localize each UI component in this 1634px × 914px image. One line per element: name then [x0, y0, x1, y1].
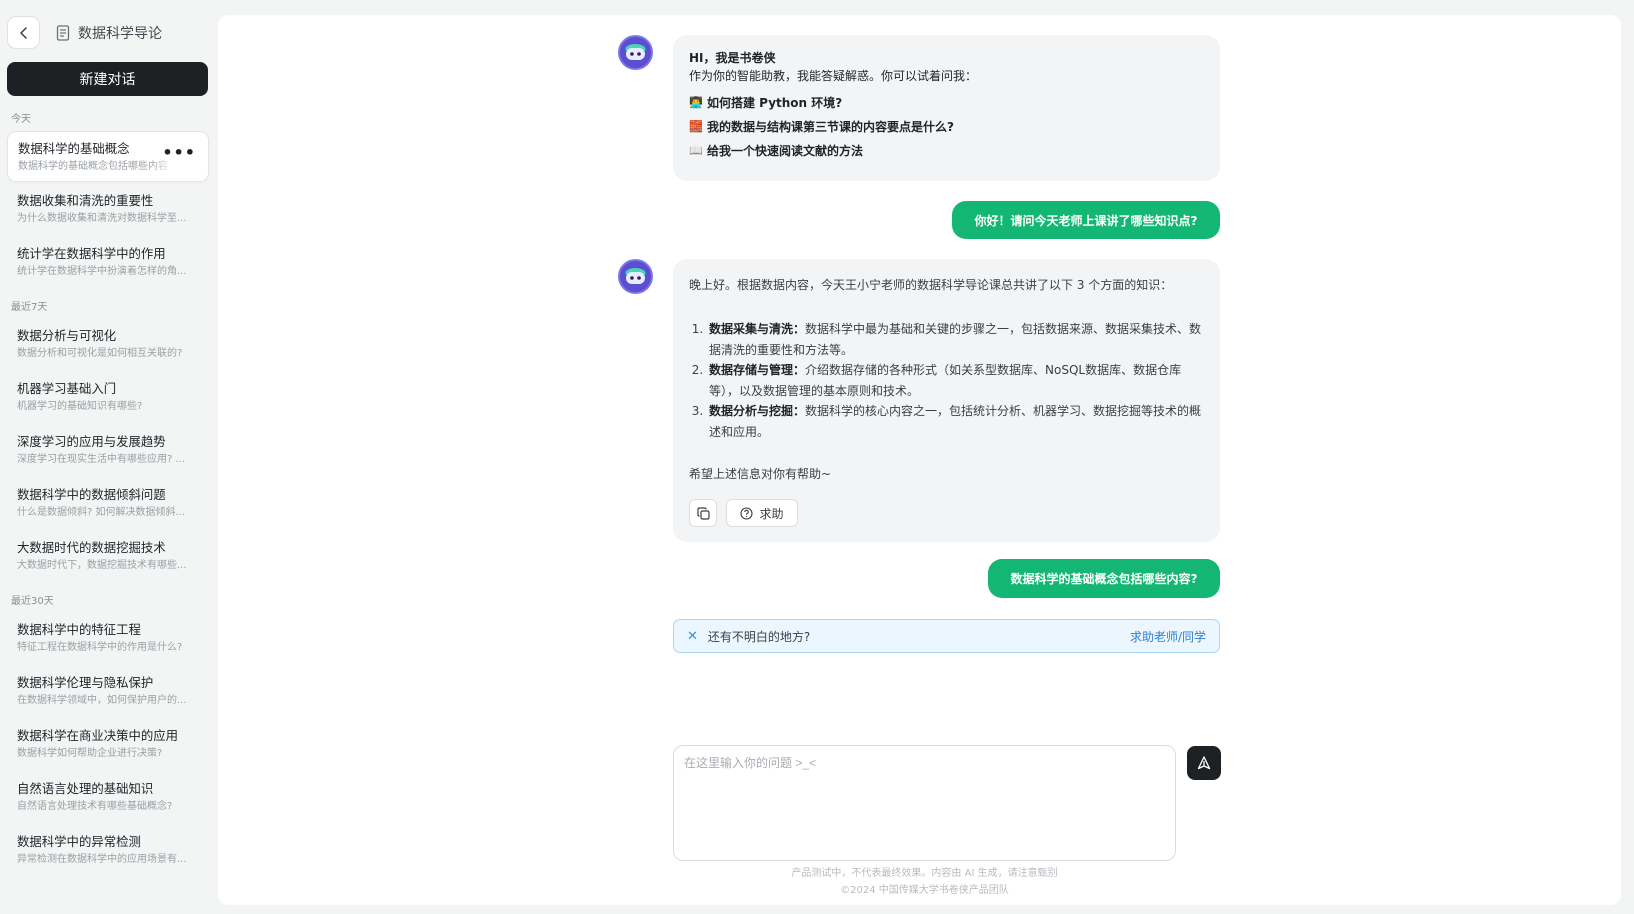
conversation-title: 数据科学中的数据倾斜问题: [17, 487, 166, 502]
send-icon: [1197, 756, 1211, 770]
group-label: 最近7天: [11, 302, 48, 313]
help-label: 求助: [759, 506, 784, 521]
conversation-group: 最近7天 数据分析与可视化 数据分析和可视化是如何相互关联的? 机器学习基础入门 机器学…: [7, 298, 210, 582]
user-message: 数据科学的基础概念包括哪些内容?: [988, 559, 1220, 598]
point-label: 数据采集与清洗：: [709, 322, 806, 336]
conversation-title: 数据科学中的异常检测: [17, 834, 141, 849]
conversation-title: 数据收集和清洗的重要性: [17, 193, 154, 208]
welcome-greeting: HI，我是书卷侠: [689, 51, 776, 65]
conversation-preview: 为什么数据收集和清洗对数据科学至...: [17, 213, 187, 224]
conversation-group: 今天 数据科学的基础概念 数据科学的基础概念包括哪些内容 ••• 数据收集和清洗的重要性…: [7, 110, 210, 288]
conversation-preview: 特征工程在数据科学中的作用是什么?: [17, 642, 183, 653]
conversation-preview: 机器学习的基础知识有哪些?: [17, 401, 143, 412]
assistant-answer: 晚上好。根据数据内容，今天王小宁老师的数据科学导论课总共讲了以下 3 个方面的知…: [673, 259, 1220, 542]
suggestion-item[interactable]: 🧱 我的数据与结构课第三节课的内容要点是什么?: [689, 115, 1204, 139]
conversation-item[interactable]: 数据科学中的异常检测异常检测在数据科学中的应用场景有...: [7, 825, 209, 876]
answer-closing: 希望上述信息对你有帮助~: [689, 467, 832, 481]
answer-point: 数据采集与清洗：数据科学中最为基础和关键的步骤之一，包括数据来源、数据采集技术、…: [707, 319, 1204, 360]
conversation-list: 今天 数据科学的基础概念 数据科学的基础概念包括哪些内容 ••• 数据收集和清洗的重要性…: [7, 110, 210, 876]
suggestion-text: 给我一个快速阅读文献的方法: [707, 144, 864, 158]
conversation-item[interactable]: 数据科学伦理与隐私保护在数据科学领域中，如何保护用户的...: [7, 666, 209, 717]
ask-teacher-link[interactable]: 求助老师/同学: [1130, 628, 1206, 645]
robot-icon: [625, 268, 646, 284]
conversation-preview: 在数据科学领域中，如何保护用户的...: [17, 695, 187, 706]
conversation-title: 深度学习的应用与发展趋势: [17, 434, 166, 449]
close-icon[interactable]: ✕: [687, 629, 698, 644]
conversation-item[interactable]: 统计学在数据科学中的作用统计学在数据科学中扮演着怎样的角...: [7, 237, 209, 288]
welcome-message: HI，我是书卷侠 作为你的智能助教，我能答疑解惑。你可以试着问我： 👨‍💻 如何搭…: [673, 35, 1220, 181]
user-message: 你好！请问今天老师上课讲了哪些知识点?: [952, 201, 1220, 239]
copy-icon: [696, 506, 710, 520]
conversation-item[interactable]: 深度学习的应用与发展趋势深度学习在现实生活中有哪些应用? ...: [7, 425, 209, 476]
conversation-group: 最近30天 数据科学中的特征工程 特征工程在数据科学中的作用是什么? 数据科学伦理与隐…: [7, 592, 210, 876]
help-notice: ✕ 还有不明白的地方? 求助老师/同学: [673, 619, 1220, 653]
back-button[interactable]: [7, 16, 40, 49]
bot-avatar: [618, 259, 653, 294]
chevron-left-icon: [19, 26, 27, 39]
answer-actions: 求助: [689, 499, 1204, 527]
conversation-item[interactable]: 机器学习基础入门机器学习的基础知识有哪些?: [7, 372, 209, 423]
conversation-item[interactable]: 数据科学中的数据倾斜问题什么是数据倾斜? 如何解决数据倾斜...: [7, 478, 209, 529]
bot-avatar: [618, 35, 653, 70]
person-icon: 👨‍💻: [689, 96, 703, 109]
conversation-title: 机器学习基础入门: [17, 381, 117, 396]
conversation-item[interactable]: 数据科学在商业决策中的应用数据科学如何帮助企业进行决策?: [7, 719, 209, 770]
point-label: 数据存储与管理：: [709, 363, 806, 377]
send-button[interactable]: [1187, 746, 1221, 780]
answer-points: 数据采集与清洗：数据科学中最为基础和关键的步骤之一，包括数据来源、数据采集技术、…: [707, 319, 1204, 442]
suggestion-list: 👨‍💻 如何搭建 Python 环境? 🧱 我的数据与结构课第三节课的内容要点是什么?…: [689, 91, 1204, 163]
welcome-intro: 作为你的智能助教，我能答疑解惑。你可以试着问我：: [689, 69, 978, 83]
footer-copyright: ©2024 中国传媒大学书卷侠产品团队: [840, 885, 1009, 896]
conversation-preview: 数据科学的基础概念包括哪些内容: [18, 161, 168, 172]
conversation-preview: 自然语言处理技术有哪些基础概念?: [17, 801, 173, 812]
sidebar-header: 数据科学导论: [7, 16, 210, 49]
conversation-title: 数据科学伦理与隐私保护: [17, 675, 154, 690]
suggestion-text: 我的数据与结构课第三节课的内容要点是什么?: [707, 120, 954, 134]
robot-icon: [625, 44, 646, 60]
more-icon[interactable]: •••: [162, 145, 196, 161]
question-input[interactable]: 在这里输入你的问题 >_<: [673, 745, 1176, 861]
copy-button[interactable]: [689, 499, 717, 527]
conversation-preview: 大数据时代下，数据挖掘技术有哪些...: [17, 560, 187, 571]
suggestion-item[interactable]: 📖 给我一个快速阅读文献的方法: [689, 139, 1204, 163]
course-title[interactable]: 数据科学导论: [56, 23, 162, 43]
course-title-text: 数据科学导论: [78, 25, 162, 42]
document-icon: [56, 24, 70, 41]
conversation-preview: 统计学在数据科学中扮演着怎样的角...: [17, 266, 187, 277]
conversation-title: 大数据时代的数据挖掘技术: [17, 540, 166, 555]
conversation-preview: 什么是数据倾斜? 如何解决数据倾斜...: [17, 507, 186, 518]
conversation-title: 数据分析与可视化: [17, 328, 117, 343]
answer-point: 数据分析与挖掘：数据科学的核心内容之一，包括统计分析、机器学习、数据挖掘等技术的…: [707, 401, 1204, 442]
notice-text: 还有不明白的地方?: [707, 629, 811, 644]
suggestion-text: 如何搭建 Python 环境?: [707, 96, 843, 110]
suggestion-item[interactable]: 👨‍💻 如何搭建 Python 环境?: [689, 91, 1204, 115]
conversation-item[interactable]: 自然语言处理的基础知识自然语言处理技术有哪些基础概念?: [7, 772, 209, 823]
question-circle-icon: [740, 506, 754, 520]
conversation-title: 自然语言处理的基础知识: [17, 781, 154, 796]
group-label: 最近30天: [11, 596, 54, 607]
bricks-icon: 🧱: [689, 120, 703, 133]
conversation-item[interactable]: 数据科学的基础概念 数据科学的基础概念包括哪些内容 •••: [7, 131, 209, 182]
conversation-preview: 异常检测在数据科学中的应用场景有...: [17, 854, 187, 865]
conversation-item[interactable]: 数据分析与可视化数据分析和可视化是如何相互关联的?: [7, 319, 209, 370]
footer-disclaimer: 产品测试中，不代表最终效果。内容由 AI 生成，请注意甄别: [791, 868, 1058, 879]
conversation-item[interactable]: 大数据时代的数据挖掘技术大数据时代下，数据挖掘技术有哪些...: [7, 531, 209, 582]
conversation-preview: 数据分析和可视化是如何相互关联的?: [17, 348, 183, 359]
answer-point: 数据存储与管理：介绍数据存储的各种形式（如关系型数据库、NoSQL数据库、数据仓…: [707, 360, 1204, 401]
chat-panel: HI，我是书卷侠 作为你的智能助教，我能答疑解惑。你可以试着问我： 👨‍💻 如何搭…: [218, 15, 1621, 905]
answer-intro: 晚上好。根据数据内容，今天王小宁老师的数据科学导论课总共讲了以下 3 个方面的知…: [689, 278, 1173, 292]
help-button[interactable]: 求助: [726, 499, 798, 527]
conversation-title: 数据科学在商业决策中的应用: [17, 728, 179, 743]
point-label: 数据分析与挖掘：: [709, 404, 806, 418]
new-chat-button[interactable]: 新建对话: [7, 62, 208, 96]
book-icon: 📖: [689, 144, 703, 157]
conversation-preview: 深度学习在现实生活中有哪些应用? ...: [17, 454, 186, 465]
conversation-preview: 数据科学如何帮助企业进行决策?: [17, 748, 163, 759]
conversation-title: 数据科学中的特征工程: [17, 622, 141, 637]
sidebar: 数据科学导论 新建对话 今天数据科学的基础概念 数据科学的基础概念包括哪些内容 ••…: [0, 0, 218, 914]
conversation-title: 统计学在数据科学中的作用: [17, 246, 166, 261]
group-label: 今天: [11, 114, 31, 125]
conversation-item[interactable]: 数据收集和清洗的重要性为什么数据收集和清洗对数据科学至...: [7, 184, 209, 235]
conversation-item[interactable]: 数据科学中的特征工程特征工程在数据科学中的作用是什么?: [7, 613, 209, 664]
